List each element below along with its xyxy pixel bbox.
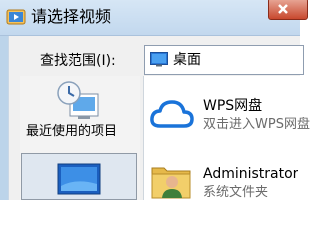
close-icon bbox=[278, 4, 288, 14]
desktop-place-icon bbox=[56, 160, 102, 200]
look-in-value: 桌面 bbox=[173, 52, 201, 68]
file-dialog-window: 请选择视频 查找范围(I): 桌面 最近使用的项目 WPS网盘 双击进入WPS网… bbox=[0, 0, 310, 200]
look-in-label: 查找范围(I): bbox=[40, 53, 116, 69]
look-in-combobox[interactable] bbox=[144, 45, 304, 75]
wps-cloud-icon[interactable] bbox=[148, 94, 196, 134]
file-name-wps[interactable]: WPS网盘 bbox=[203, 97, 262, 115]
recent-items-label[interactable]: 最近使用的项目 bbox=[26, 124, 117, 140]
title-bar[interactable]: 请选择视频 bbox=[0, 0, 308, 36]
user-folder-icon[interactable] bbox=[148, 158, 194, 200]
file-desc-wps: 双击进入WPS网盘 bbox=[203, 117, 310, 132]
recent-items-icon[interactable] bbox=[56, 80, 102, 122]
video-dialog-icon bbox=[6, 7, 28, 27]
file-name-administrator[interactable]: Administrator bbox=[203, 165, 298, 183]
window-title: 请选择视频 bbox=[31, 7, 112, 26]
file-desc-administrator: 系统文件夹 bbox=[203, 185, 269, 200]
desktop-icon bbox=[150, 51, 168, 67]
close-button[interactable] bbox=[268, 0, 308, 20]
